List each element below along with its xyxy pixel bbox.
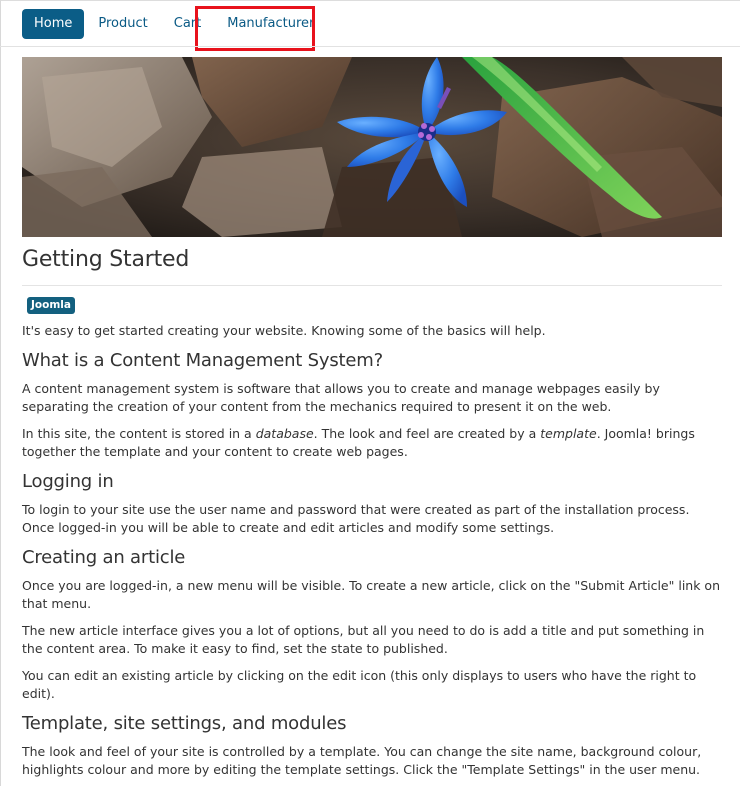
article-paragraph-2: The new article interface gives you a lo… (22, 622, 705, 657)
intro-text: It's easy to get started creating your w… (22, 323, 546, 338)
template-paragraph: The look and feel of your site is contro… (22, 743, 702, 778)
nav-manufacturer[interactable]: Manufacturer (215, 9, 326, 39)
cms-paragraph-1: A content management system is software … (22, 380, 660, 415)
section-heading-login: Logging in (22, 470, 114, 492)
article-content: Getting Started Joomla It's easy to get … (22, 247, 722, 780)
text-segment: . The look and feel are created by a (313, 425, 541, 441)
tag-badge[interactable]: Joomla (27, 297, 75, 314)
main-nav: Home Product Cart Manufacturer (22, 9, 328, 39)
article-paragraph-3: You can edit an existing article by clic… (22, 667, 697, 702)
nav-divider (0, 46, 740, 47)
text-segment: In this site, the content is stored in a (22, 425, 256, 441)
section-heading-cms: What is a Content Management System? (22, 349, 383, 371)
emphasis-template: template (540, 425, 597, 441)
article-paragraph-1: Once you are logged-in, a new menu will … (22, 577, 720, 612)
login-paragraph: To login to your site use the user name … (22, 501, 690, 536)
nav-product[interactable]: Product (86, 9, 159, 39)
cms-paragraph-2: In this site, the content is stored in a… (22, 425, 722, 462)
section-heading-article: Creating an article (22, 546, 186, 568)
section-heading-template: Template, site settings, and modules (22, 712, 347, 734)
banner-image (22, 57, 722, 237)
flower-photo-icon (22, 57, 722, 237)
nav-cart[interactable]: Cart (162, 9, 214, 39)
page-title: Getting Started (22, 247, 722, 286)
emphasis-database: database (255, 425, 314, 441)
nav-home[interactable]: Home (22, 9, 85, 39)
